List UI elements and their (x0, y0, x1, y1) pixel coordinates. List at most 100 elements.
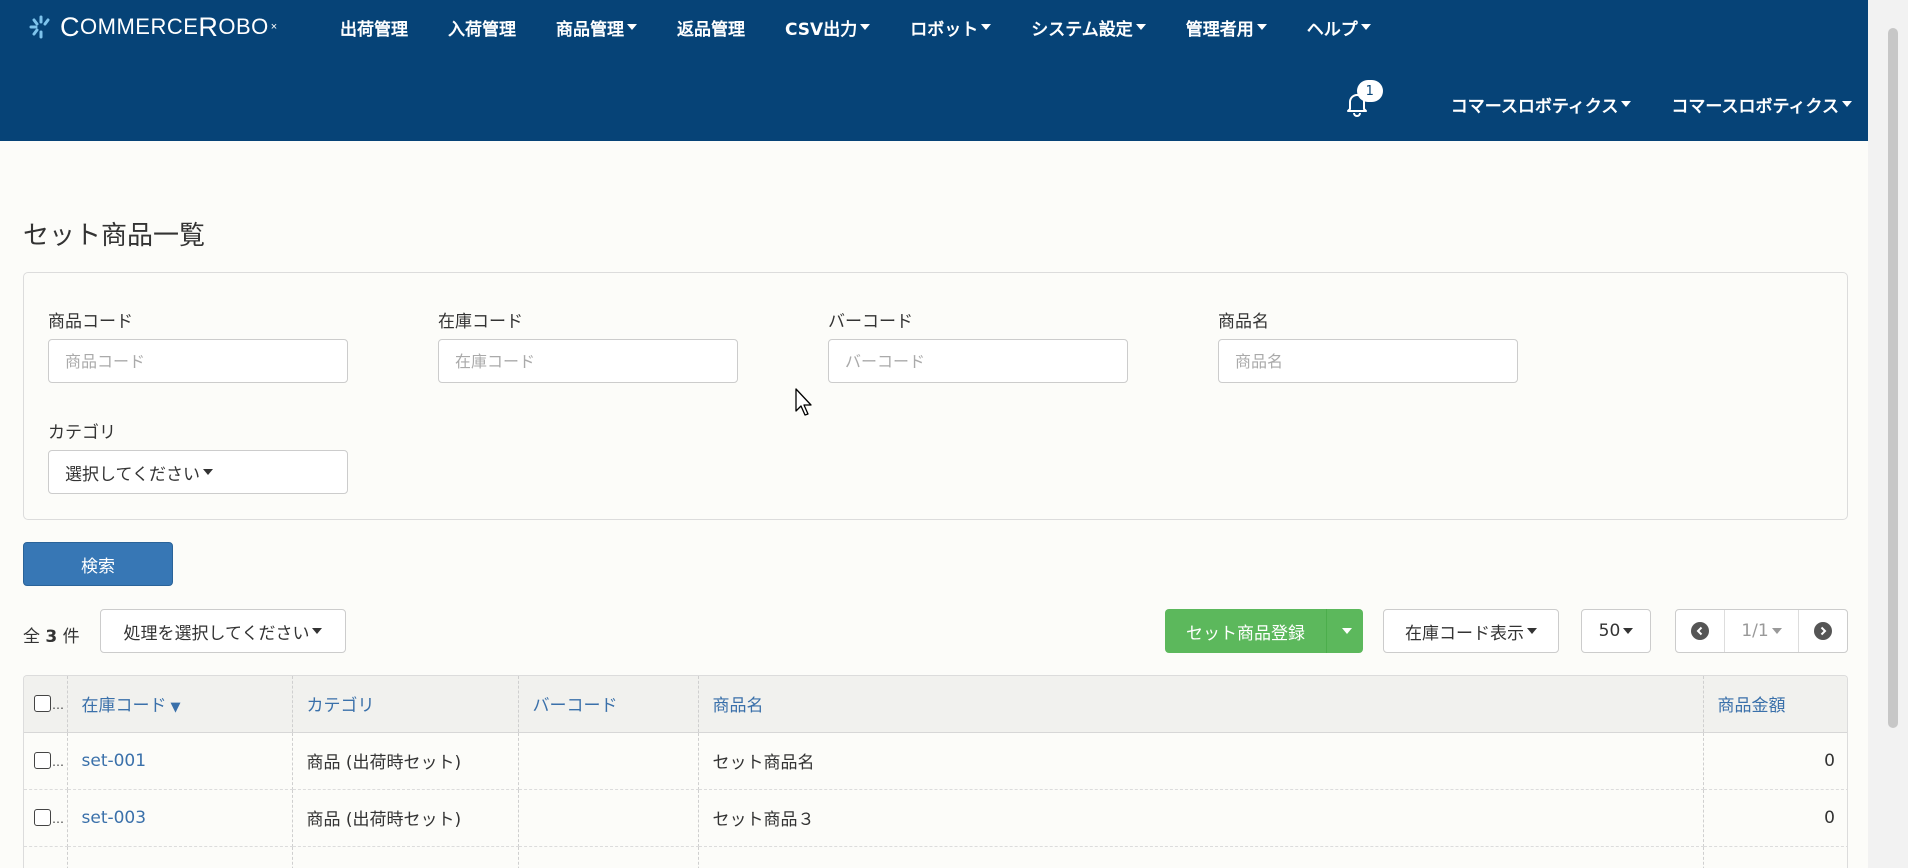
next-page-button[interactable] (1799, 610, 1847, 652)
caret-down-icon (1135, 24, 1146, 30)
column-header-barcode[interactable]: バーコード (518, 676, 699, 733)
count-suffix: 件 (62, 627, 80, 647)
column-header-stock-code[interactable]: 在庫コード ▼ (67, 676, 293, 733)
register-button-label: セット商品登録 (1186, 623, 1305, 644)
barcode-cell (518, 789, 699, 847)
menu-label: システム設定 (1031, 19, 1133, 40)
menu-returns[interactable]: 返品管理 (677, 15, 745, 40)
caret-down-icon (1623, 628, 1634, 634)
brand-logo[interactable]: C OMMERCE R OBO × (28, 12, 278, 42)
user-menu-label: コマースロボティクス (1671, 96, 1839, 117)
product-name-cell: セット商品３ (698, 789, 1704, 847)
ellipsis-icon: … (52, 811, 64, 826)
column-header-price[interactable]: 商品金額 (1703, 676, 1847, 733)
menu-label: 出荷管理 (340, 19, 408, 40)
per-page-select[interactable]: 50 (1581, 609, 1651, 653)
search-button-label: 検索 (81, 556, 115, 577)
ellipsis-icon: … (52, 754, 64, 769)
stock-code-input[interactable] (438, 339, 738, 383)
category-select[interactable]: 選択してください (48, 450, 348, 494)
product-name-input[interactable] (1218, 339, 1518, 383)
register-button-group: セット商品登録 (1165, 609, 1363, 653)
mouse-cursor-icon (795, 388, 812, 416)
row-checkbox[interactable] (34, 752, 51, 769)
stock-code-link[interactable]: set-001 (82, 751, 147, 771)
results-table: … 在庫コード ▼ カテゴリ バーコード 商品名 商品金額 … set-001 商… (24, 676, 1847, 868)
menu-label: ロボット (910, 19, 979, 40)
select-all-cell[interactable]: … (24, 676, 68, 733)
bulk-action-select[interactable]: 処理を選択してください (100, 609, 346, 653)
page-scrollbar[interactable] (1868, 0, 1908, 868)
menu-help[interactable]: ヘルプ (1307, 15, 1371, 40)
display-mode-label: 在庫コード表示 (1405, 623, 1524, 644)
main-menu: 出荷管理 入荷管理 商品管理 返品管理 CSV出力 ロボット システム設定 管理… (340, 0, 1411, 54)
category-cell: 商品 (出荷時セット) (292, 732, 519, 790)
column-header-product-name[interactable]: 商品名 (698, 676, 1704, 733)
row-select-cell[interactable]: … (24, 789, 68, 847)
ellipsis-icon: … (52, 697, 64, 712)
row-select-cell (24, 846, 68, 868)
row-select-cell[interactable]: … (24, 732, 68, 790)
menu-products[interactable]: 商品管理 (556, 15, 637, 40)
chevron-left-icon (1691, 622, 1709, 640)
stock-code-cell: set-001 (67, 732, 293, 790)
search-panel: 商品コード 在庫コード バーコード 商品名 カテゴリ 選択してください (23, 272, 1848, 520)
brand-text-2: OBO (218, 14, 269, 39)
menu-shipping[interactable]: 出荷管理 (340, 15, 408, 40)
caret-down-icon (1527, 628, 1537, 634)
company-menu[interactable]: コマースロボティクス (1451, 92, 1632, 117)
caret-down-icon (1842, 101, 1852, 107)
column-header-label: 在庫コード (81, 696, 167, 717)
column-header-category[interactable]: カテゴリ (292, 676, 519, 733)
barcode-label: バーコード (828, 312, 913, 332)
caret-down-icon (312, 628, 323, 634)
set-product-table: … 在庫コード ▼ カテゴリ バーコード 商品名 商品金額 … set-001 商… (23, 675, 1848, 868)
menu-receiving[interactable]: 入荷管理 (448, 15, 516, 40)
product-name-cell (698, 846, 1704, 868)
product-code-input[interactable] (48, 339, 348, 383)
caret-down-icon (1621, 101, 1632, 107)
brand-sup: × (270, 21, 278, 33)
product-name-label: 商品名 (1218, 312, 1269, 332)
product-code-label: 商品コード (48, 312, 133, 332)
caret-down-icon (860, 24, 871, 30)
user-menu[interactable]: コマースロボティクス (1671, 92, 1852, 117)
search-button[interactable]: 検索 (23, 542, 173, 586)
brand-letter-c: C (60, 11, 80, 42)
page-select[interactable]: 1/1 (1724, 610, 1799, 652)
stock-code-link[interactable]: set-003 (82, 808, 147, 828)
barcode-cell (518, 846, 699, 868)
display-mode-select[interactable]: 在庫コード表示 (1383, 609, 1559, 653)
price-cell (1703, 846, 1847, 868)
row-checkbox[interactable] (34, 809, 51, 826)
menu-system-settings[interactable]: システム設定 (1031, 15, 1146, 40)
company-menu-label: コマースロボティクス (1450, 96, 1619, 117)
sort-desc-icon: ▼ (170, 700, 181, 716)
prev-page-button[interactable] (1676, 610, 1724, 652)
scrollbar-thumb[interactable] (1888, 28, 1898, 728)
count-value: 3 (45, 627, 58, 647)
table-row (24, 846, 1847, 868)
menu-label: CSV出力 (785, 19, 858, 40)
menu-admin[interactable]: 管理者用 (1186, 15, 1267, 40)
menu-robot[interactable]: ロボット (910, 15, 992, 40)
chevron-right-icon (1814, 622, 1832, 640)
table-header-row: … 在庫コード ▼ カテゴリ バーコード 商品名 商品金額 (24, 676, 1847, 733)
stock-code-label: 在庫コード (438, 312, 523, 332)
user-area: 1 コマースロボティクス コマースロボティクス (1343, 80, 1852, 124)
category-selected-value: 選択してください (65, 464, 200, 485)
register-dropdown-toggle[interactable] (1327, 609, 1363, 653)
per-page-label: 50 (1598, 621, 1621, 641)
category-label: カテゴリ (48, 423, 116, 443)
menu-label: 管理者用 (1185, 19, 1254, 40)
category-cell (292, 846, 519, 868)
menu-csv-export[interactable]: CSV出力 (785, 15, 871, 40)
select-all-checkbox[interactable] (34, 695, 51, 713)
barcode-input[interactable] (828, 339, 1128, 383)
menu-label: 商品管理 (556, 19, 624, 40)
caret-down-icon (1771, 628, 1782, 634)
caret-down-icon (1360, 24, 1371, 30)
notification-bell[interactable]: 1 (1343, 80, 1383, 118)
register-set-product-button[interactable]: セット商品登録 (1165, 609, 1327, 653)
result-count: 全 3 件 (23, 622, 80, 647)
